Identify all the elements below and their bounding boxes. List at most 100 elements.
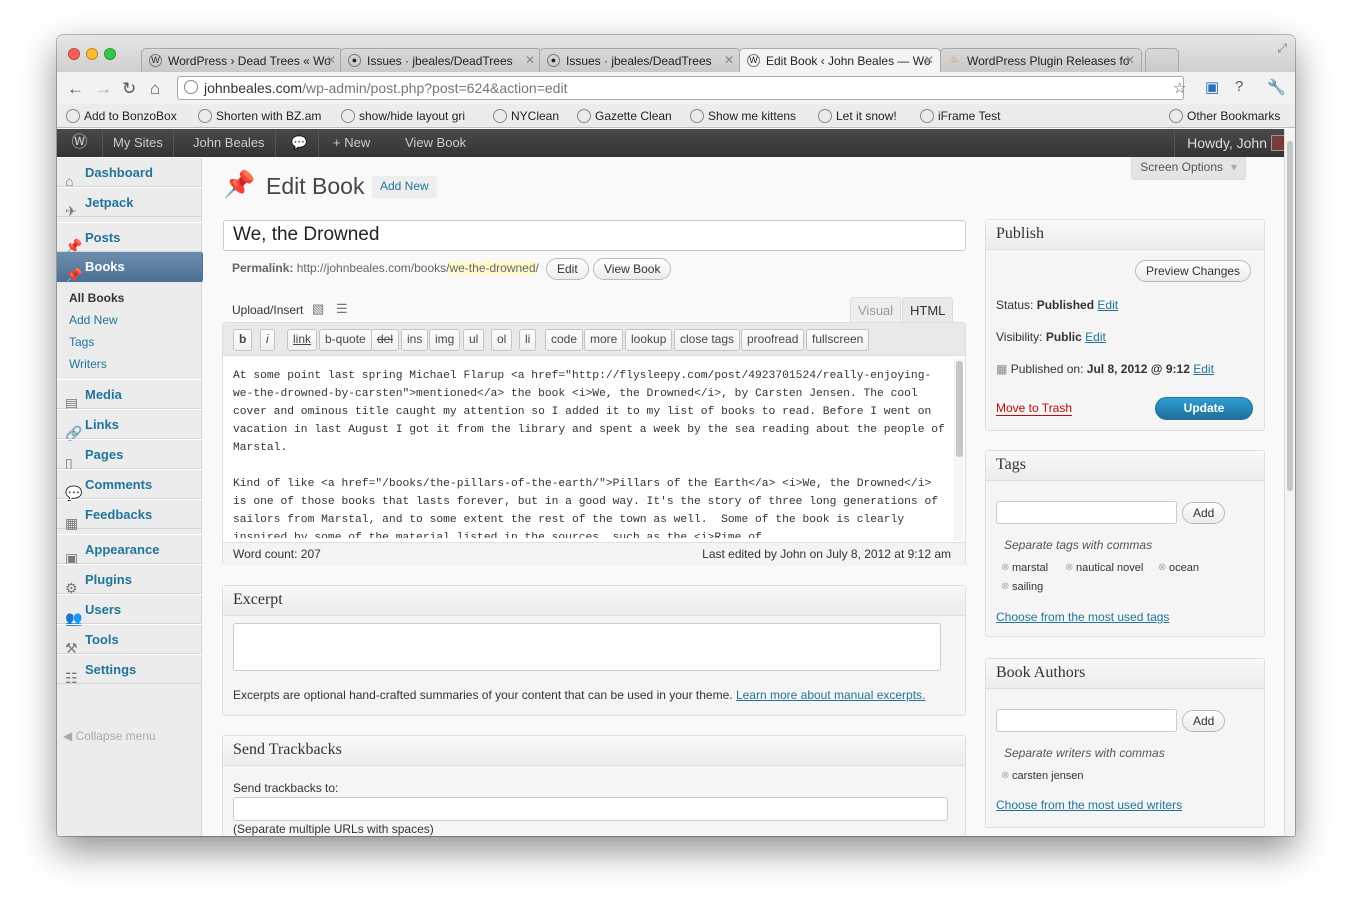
quicktag-code-button[interactable]: code <box>545 329 584 351</box>
quicktag-ul-button[interactable]: ul <box>463 329 485 351</box>
zoom-window-button[interactable] <box>104 48 116 60</box>
site-name-link[interactable]: John Beales <box>183 129 276 157</box>
edit-visibility-link[interactable]: Edit <box>1085 330 1106 344</box>
book-authors-heading[interactable]: Book Authors <box>986 659 1264 689</box>
submenu-tags[interactable]: Tags <box>69 335 94 349</box>
author-input[interactable] <box>996 709 1177 732</box>
quicktag-lookup-button[interactable]: lookup <box>625 329 673 351</box>
edit-permalink-button[interactable]: Edit <box>546 258 589 280</box>
add-new-button[interactable]: Add New <box>372 176 437 198</box>
menu-links[interactable]: 🔗 Links <box>57 409 202 441</box>
close-tab-icon[interactable]: ✕ <box>924 53 934 67</box>
close-tab-icon[interactable]: ✕ <box>1125 53 1135 67</box>
quicktag-del-button[interactable]: del <box>371 329 400 351</box>
bookmark-item[interactable]: Add to BonzoBox <box>66 109 177 123</box>
user-menu[interactable]: Howdy, John <box>1174 129 1295 157</box>
menu-plugins[interactable]: ⚙ Plugins <box>57 564 202 596</box>
quicktag-img-button[interactable]: img <box>429 329 461 351</box>
screen-options-toggle[interactable]: Screen Options <box>1131 157 1246 180</box>
close-tab-icon[interactable]: ✕ <box>724 53 734 67</box>
wordpress-logo-icon[interactable]: Ⓦ <box>57 129 103 157</box>
add-tag-button[interactable]: Add <box>1182 502 1226 524</box>
browser-tab[interactable]: W WordPress › Dead Trees « Wo ✕ <box>141 48 343 72</box>
close-tab-icon[interactable]: ✕ <box>326 53 336 67</box>
edit-date-link[interactable]: Edit <box>1193 362 1214 376</box>
new-content-link[interactable]: + New <box>323 129 380 157</box>
comments-icon[interactable]: 💬 <box>281 129 319 157</box>
post-title-input[interactable]: We, the Drowned <box>223 220 966 251</box>
menu-media[interactable]: ▤ Media <box>57 379 202 411</box>
bookmark-item[interactable]: show/hide layout gri <box>341 109 465 123</box>
tag-input[interactable] <box>996 501 1177 524</box>
page-scrollbar[interactable] <box>1284 129 1295 836</box>
menu-posts[interactable]: 📌 Posts <box>57 222 202 254</box>
add-image-icon[interactable]: ▧ <box>312 301 324 317</box>
publish-heading[interactable]: Publish <box>986 220 1264 250</box>
view-book-link[interactable]: View Book <box>395 129 476 157</box>
bookmark-item[interactable]: Gazette Clean <box>577 109 672 123</box>
tags-heading[interactable]: Tags <box>986 451 1264 481</box>
submenu-add-new[interactable]: Add New <box>69 313 118 327</box>
bookmark-item[interactable]: Let it snow! <box>818 109 897 123</box>
menu-feedbacks[interactable]: ▦ Feedbacks <box>57 499 202 531</box>
browser-tab-active[interactable]: W Edit Book ‹ John Beales — Wo ✕ <box>739 48 941 72</box>
my-sites-link[interactable]: My Sites <box>103 129 174 157</box>
quicktag-li-button[interactable]: li <box>519 329 537 351</box>
excerpt-heading[interactable]: Excerpt <box>223 586 965 616</box>
tag-chip[interactable]: sailing <box>1001 581 1043 593</box>
menu-settings[interactable]: ☷ Settings <box>57 654 202 686</box>
editor-scrollbar[interactable] <box>954 359 963 541</box>
new-tab-button[interactable] <box>1145 48 1179 72</box>
trackbacks-heading[interactable]: Send Trackbacks <box>223 736 965 766</box>
collapse-menu[interactable]: ◀ Collapse menu <box>63 729 156 743</box>
menu-pages[interactable]: ▯ Pages <box>57 439 202 471</box>
tag-chip[interactable]: marstal <box>1001 562 1048 574</box>
browser-tab[interactable]: ● Issues · jbeales/DeadTrees ✕ <box>340 48 542 72</box>
menu-users[interactable]: 👥 Users <box>57 594 202 626</box>
bookmark-item[interactable]: iFrame Test <box>920 109 1000 123</box>
reload-icon[interactable]: ↻ <box>122 79 136 99</box>
browser-tab[interactable]: ● Issues · jbeales/DeadTrees ✕ <box>539 48 741 72</box>
update-button[interactable]: Update <box>1155 397 1253 420</box>
tag-chip[interactable]: ocean <box>1158 562 1199 574</box>
quicktag-more-button[interactable]: more <box>584 329 624 351</box>
author-chip[interactable]: carsten jensen <box>1001 770 1084 782</box>
menu-jetpack[interactable]: ✈ Jetpack <box>57 187 202 219</box>
quicktag-fullscreen-button[interactable]: fullscreen <box>806 329 870 351</box>
tab-html[interactable]: HTML <box>902 297 954 323</box>
address-bar[interactable]: johnbeales.com/wp-admin/post.php?post=62… <box>177 76 1184 100</box>
submenu-writers[interactable]: Writers <box>69 357 107 371</box>
extension-icon[interactable]: ? <box>1235 78 1243 95</box>
home-icon[interactable]: ⌂ <box>150 79 160 99</box>
submenu-all-books[interactable]: All Books <box>69 291 124 305</box>
tag-chip[interactable]: nautical novel <box>1065 562 1143 574</box>
edit-status-link[interactable]: Edit <box>1097 298 1118 312</box>
view-book-button[interactable]: View Book <box>593 258 672 280</box>
quicktag-ol-button[interactable]: ol <box>491 329 513 351</box>
close-window-button[interactable] <box>68 48 80 60</box>
tab-visual[interactable]: Visual <box>850 297 902 323</box>
trackbacks-input[interactable] <box>233 797 948 821</box>
extension-icon[interactable]: ▣ <box>1205 78 1219 96</box>
menu-dashboard[interactable]: ⌂ Dashboard <box>57 157 202 189</box>
minimize-window-button[interactable] <box>86 48 98 60</box>
quicktag-ins-button[interactable]: ins <box>401 329 429 351</box>
wrench-icon[interactable]: 🔧 <box>1267 78 1286 96</box>
fullscreen-icon[interactable]: ⤢ <box>1277 41 1287 56</box>
quicktag-proofread-button[interactable]: proofread <box>741 329 805 351</box>
quicktag-italic-button[interactable]: i <box>260 329 275 351</box>
content-textarea[interactable]: At some point last spring Michael Flarup… <box>233 367 945 538</box>
bookmark-item[interactable]: NYClean <box>493 109 559 123</box>
quicktag-bold-button[interactable]: b <box>233 329 253 351</box>
close-tab-icon[interactable]: ✕ <box>525 53 535 67</box>
add-author-button[interactable]: Add <box>1182 710 1226 732</box>
back-icon[interactable]: ← <box>67 79 84 99</box>
preview-changes-button[interactable]: Preview Changes <box>1135 260 1252 282</box>
menu-books[interactable]: 📌 Books <box>57 252 210 283</box>
other-bookmarks-folder[interactable]: Other Bookmarks <box>1169 109 1280 123</box>
quicktag-link-button[interactable]: link <box>287 329 318 351</box>
excerpt-textarea[interactable] <box>233 623 941 671</box>
menu-tools[interactable]: ⚒ Tools <box>57 624 202 656</box>
browser-tab[interactable]: ♨ WordPress Plugin Releases fo ✕ <box>940 48 1142 72</box>
bookmark-item[interactable]: Shorten with BZ.am <box>198 109 321 123</box>
